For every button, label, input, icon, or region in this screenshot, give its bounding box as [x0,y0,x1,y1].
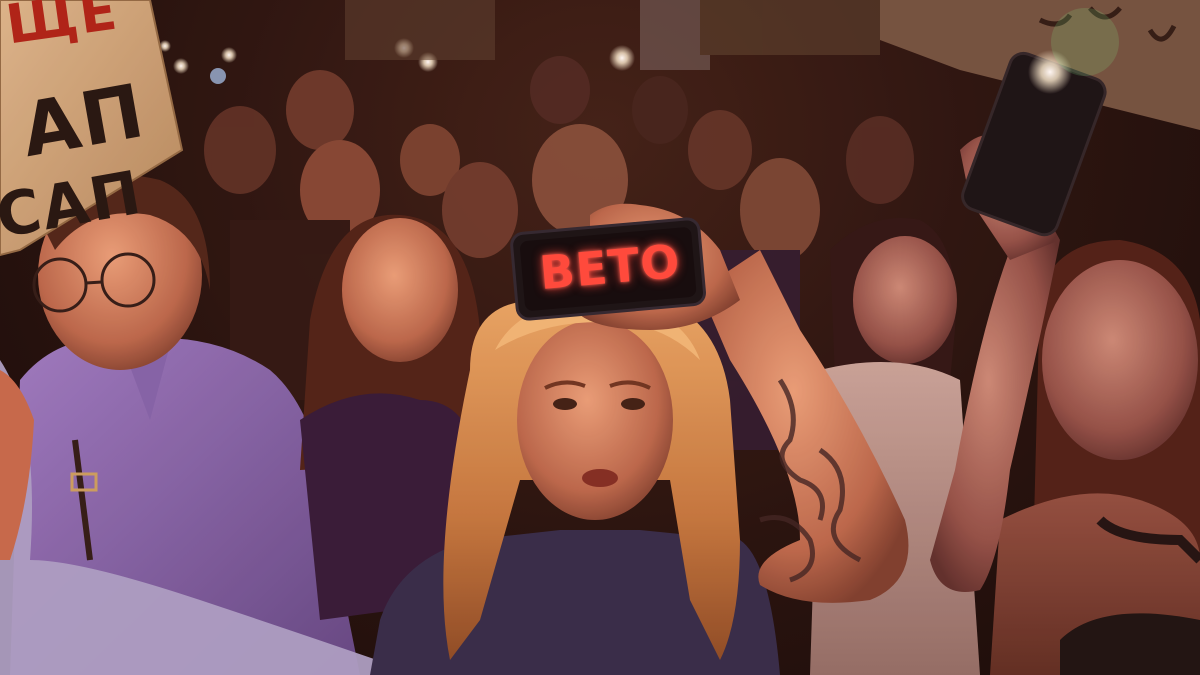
sign-left-text: ЩЕ АП САП [0,0,190,253]
protest-photo: ЩЕ АП САП ВЕТО [0,0,1200,675]
sign-left-line-1: ЩЕ [2,0,123,57]
sign-left-line-3: САП [0,157,148,253]
